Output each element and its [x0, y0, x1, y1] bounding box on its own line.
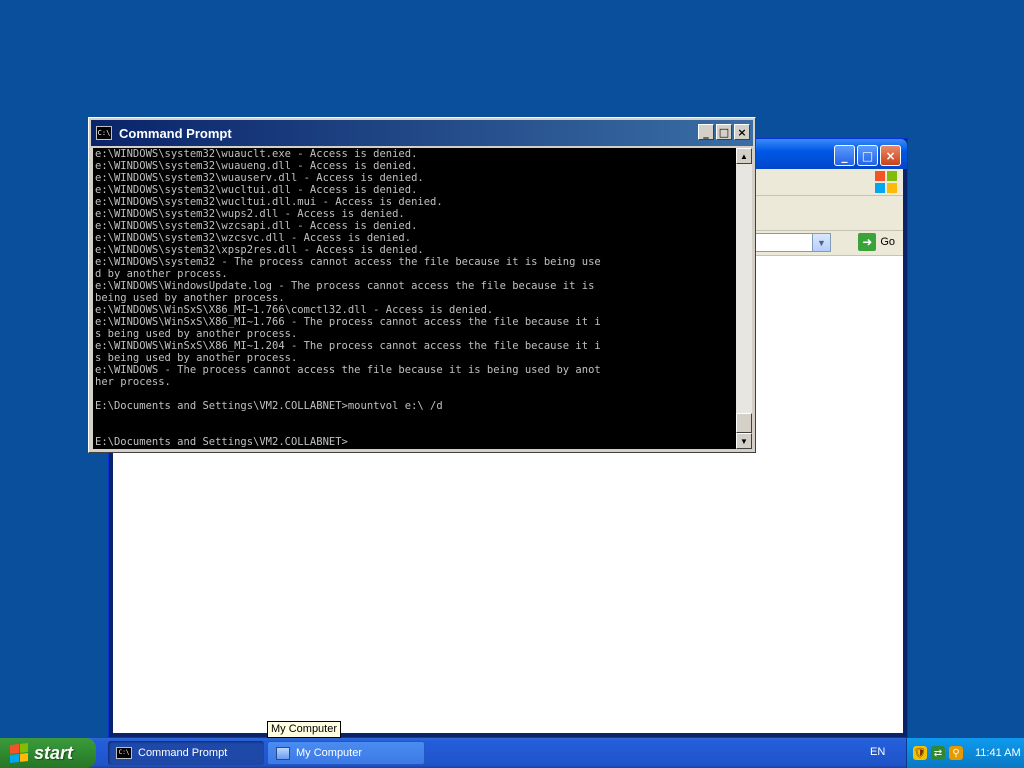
- start-button[interactable]: start: [0, 738, 96, 768]
- console-line: s being used by another process.: [95, 328, 298, 340]
- console-line: e:\WINDOWS\WinSxS\X86_MI~1.766\comctl32.…: [95, 304, 494, 316]
- scroll-up-button[interactable]: ▲: [736, 148, 752, 164]
- go-arrow-icon: ➜: [858, 233, 877, 251]
- search-icon[interactable]: ⚲: [949, 746, 963, 760]
- cmd-icon: C:\: [96, 126, 112, 140]
- clock[interactable]: 11:41 AM: [975, 747, 1021, 759]
- minimize-button[interactable]: _: [698, 124, 714, 140]
- console-line: e:\WINDOWS\system32\wuauclt.exe - Access…: [95, 148, 418, 160]
- console-line: E:\Documents and Settings\VM2.COLLABNET>…: [95, 400, 443, 412]
- network-icon[interactable]: ⇄: [931, 746, 945, 760]
- system-tray: 🛡 ⇄ ⚲ 11:41 AM: [906, 738, 1024, 768]
- chevron-down-icon[interactable]: ▼: [812, 234, 830, 251]
- start-label: start: [34, 742, 74, 763]
- tooltip: My Computer: [267, 721, 342, 738]
- console-line: s being used by another process.: [95, 352, 298, 364]
- task-label: Command Prompt: [138, 747, 228, 759]
- close-button[interactable]: ×: [880, 145, 901, 166]
- minimize-button[interactable]: _: [834, 145, 855, 166]
- console-line: e:\WINDOWS\WindowsUpdate.log - The proce…: [95, 280, 595, 292]
- scroll-down-button[interactable]: ▼: [736, 433, 752, 449]
- console-line: e:\WINDOWS\system32\wucltui.dll.mui - Ac…: [95, 196, 443, 208]
- console-line: e:\WINDOWS\system32\wzcsapi.dll - Access…: [95, 220, 418, 232]
- command-prompt-window[interactable]: C:\ Command Prompt _ □ × e:\WINDOWS\syst…: [88, 117, 756, 453]
- maximize-button[interactable]: □: [716, 124, 732, 140]
- console-line: e:\WINDOWS\system32\wuauserv.dll - Acces…: [95, 172, 424, 184]
- windows-flag-icon: [10, 743, 28, 763]
- taskbar-button-command-prompt[interactable]: C:\ Command Prompt: [108, 741, 264, 765]
- console-line: e:\WINDOWS\system32\wzcsvc.dll - Access …: [95, 232, 412, 244]
- cmd-icon: C:\: [116, 747, 132, 759]
- console-line: E:\Documents and Settings\VM2.COLLABNET>: [95, 436, 348, 448]
- console-line: e:\WINDOWS\WinSxS\X86_MI~1.766 - The pro…: [95, 316, 601, 328]
- language-indicator[interactable]: EN: [870, 746, 885, 758]
- vertical-scrollbar[interactable]: ▲ ▼: [736, 148, 752, 449]
- console-line: e:\WINDOWS\system32 - The process cannot…: [95, 256, 601, 268]
- cmd-titlebar[interactable]: C:\ Command Prompt _ □ ×: [91, 120, 753, 146]
- console-line: e:\WINDOWS\WinSxS\X86_MI~1.204 - The pro…: [95, 340, 601, 352]
- console-line: e:\WINDOWS\system32\xpsp2res.dll - Acces…: [95, 244, 424, 256]
- windows-flag-icon: [875, 171, 897, 193]
- go-button[interactable]: ➜ Go: [858, 233, 895, 251]
- console-line: e:\WINDOWS - The process cannot access t…: [95, 364, 601, 376]
- console-line: d by another process.: [95, 268, 228, 280]
- taskbar-button-my-computer[interactable]: My Computer: [267, 741, 425, 765]
- taskbar: start C:\ Command Prompt My Computer EN …: [0, 738, 1024, 768]
- console-line: e:\WINDOWS\system32\wucltui.dll - Access…: [95, 184, 418, 196]
- console-line: her process.: [95, 376, 171, 388]
- task-label: My Computer: [296, 747, 363, 759]
- maximize-button[interactable]: □: [857, 145, 878, 166]
- console-line: e:\WINDOWS\system32\wuaueng.dll - Access…: [95, 160, 418, 172]
- console-line: being used by another process.: [95, 292, 285, 304]
- scroll-thumb[interactable]: [736, 413, 752, 433]
- go-label: Go: [880, 236, 895, 248]
- computer-icon: [276, 746, 290, 760]
- security-shield-icon[interactable]: 🛡: [913, 746, 927, 760]
- console-line: e:\WINDOWS\system32\wups2.dll - Access i…: [95, 208, 405, 220]
- window-title: Command Prompt: [119, 125, 232, 141]
- close-button[interactable]: ×: [734, 124, 750, 140]
- console-output[interactable]: e:\WINDOWS\system32\wuauclt.exe - Access…: [93, 148, 736, 449]
